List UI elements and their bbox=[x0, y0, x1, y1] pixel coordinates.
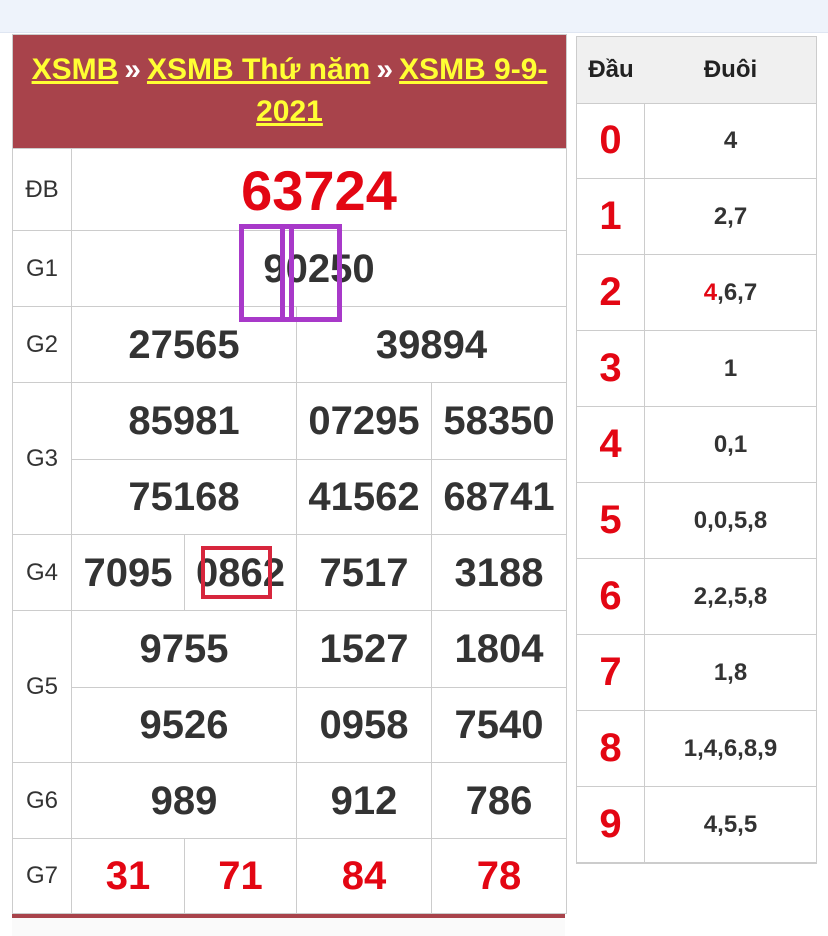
prize-label: ĐB bbox=[13, 149, 72, 230]
prize-g4-value: 7095 bbox=[83, 550, 173, 595]
duoi-text: 1 bbox=[723, 354, 738, 382]
duoi-text: 2,2,5,8 bbox=[693, 582, 768, 610]
prize-label: G4 bbox=[13, 535, 72, 610]
dau-duoi-row: 1 2,7 bbox=[577, 179, 816, 255]
prize-g1-value: 90250 bbox=[263, 246, 375, 291]
crumb-xsmb[interactable]: XSMB bbox=[32, 53, 119, 86]
prize-row-g1: G1 90250 bbox=[13, 230, 566, 306]
prize-g3-value: 85981 bbox=[128, 398, 240, 443]
dau-value: 4 bbox=[577, 407, 645, 482]
duoi-value: 2,2,5,8 bbox=[645, 559, 816, 634]
prize-label: G3 bbox=[13, 383, 72, 534]
dau-value: 2 bbox=[577, 255, 645, 330]
prize-g4-value: 0862 bbox=[184, 535, 296, 611]
prize-row-g2: G2 27565 39894 bbox=[13, 306, 566, 383]
dau-duoi-row: 8 1,4,6,8,9 bbox=[577, 711, 816, 787]
duoi-text: ,6,7 bbox=[717, 278, 758, 306]
duoi-text: 1,4,6,8,9 bbox=[683, 734, 778, 762]
prize-g3-value: 68741 bbox=[431, 459, 566, 535]
prize-g4-value: 3188 bbox=[431, 535, 566, 611]
dau-duoi-header: Đầu Đuôi bbox=[577, 37, 816, 104]
dau-value: 6 bbox=[577, 559, 645, 634]
duoi-value: 0,1 bbox=[645, 407, 816, 482]
dau-duoi-row: 9 4,5,5 bbox=[577, 787, 816, 863]
dau-duoi-row: 6 2,2,5,8 bbox=[577, 559, 816, 635]
duoi-text: 4,5,5 bbox=[703, 810, 758, 838]
duoi-value: 1,4,6,8,9 bbox=[645, 711, 816, 786]
dau-duoi-row: 0 4 bbox=[577, 103, 816, 179]
dau-value: 0 bbox=[577, 103, 645, 178]
prize-label: G7 bbox=[13, 839, 72, 913]
prize-g3-value: 07295 bbox=[296, 383, 431, 459]
prize-label: G6 bbox=[13, 763, 72, 838]
next-section-band bbox=[12, 914, 565, 936]
dau-value: 9 bbox=[577, 787, 645, 862]
duoi-value: 0,0,5,8 bbox=[645, 483, 816, 558]
crumb-separator: » bbox=[124, 53, 141, 86]
dau-duoi-row: 3 1 bbox=[577, 331, 816, 407]
duoi-text: 0,1 bbox=[713, 430, 748, 458]
prize-label: G1 bbox=[13, 231, 72, 306]
prize-g5-value: 0958 bbox=[296, 687, 431, 763]
dau-duoi-row: 2 4,6,7 bbox=[577, 255, 816, 331]
prize-g5-value: 7540 bbox=[431, 687, 566, 763]
duoi-value: 4,5,5 bbox=[645, 787, 816, 862]
duoi-text: 1,8 bbox=[713, 658, 748, 686]
prize-row-g4: G4 7095 0862 7517 3188 bbox=[13, 534, 566, 611]
dau-value: 7 bbox=[577, 635, 645, 710]
dau-value: 1 bbox=[577, 179, 645, 254]
prize-row-g3: G3 85981 07295 58350 75168 41562 68741 bbox=[13, 382, 566, 535]
prize-g6-value: 912 bbox=[296, 763, 431, 839]
prize-g3-value: 58350 bbox=[431, 383, 566, 459]
duoi-header: Đuôi bbox=[703, 56, 758, 83]
prize-g7-value: 84 bbox=[296, 839, 431, 914]
prize-label: G2 bbox=[13, 307, 72, 382]
dau-duoi-row: 4 0,1 bbox=[577, 407, 816, 483]
duoi-value: 4,6,7 bbox=[645, 255, 816, 330]
prize-g5-value: 9526 bbox=[139, 702, 229, 747]
dau-duoi-row: 7 1,8 bbox=[577, 635, 816, 711]
prize-g2-value: 39894 bbox=[296, 307, 566, 383]
prize-row-db: ĐB 63724 bbox=[13, 148, 566, 230]
duoi-text: 4 bbox=[723, 126, 738, 154]
dau-value: 8 bbox=[577, 711, 645, 786]
prize-g5-value: 1527 bbox=[296, 611, 431, 687]
prize-g7-value: 71 bbox=[184, 839, 296, 914]
dau-header: Đầu bbox=[588, 56, 634, 83]
duoi-value: 1,8 bbox=[645, 635, 816, 710]
prize-label: G5 bbox=[13, 611, 72, 762]
prize-g3-value: 75168 bbox=[128, 474, 240, 519]
results-header: XSMB» XSMB Thứ năm» XSMB 9-9-2021 bbox=[13, 35, 566, 148]
duoi-value: 2,7 bbox=[645, 179, 816, 254]
prize-g2-value: 27565 bbox=[128, 322, 240, 367]
crumb-separator: » bbox=[376, 53, 394, 86]
duoi-text: 0,0,5,8 bbox=[693, 506, 768, 534]
prize-g4-value: 7517 bbox=[296, 535, 431, 611]
prize-g5-value: 1804 bbox=[431, 611, 566, 687]
dau-value: 5 bbox=[577, 483, 645, 558]
prize-g7-value: 78 bbox=[431, 839, 566, 914]
duoi-text: 2,7 bbox=[713, 202, 748, 230]
duoi-highlight: 4 bbox=[703, 278, 718, 306]
prize-row-g5: G5 9755 1527 1804 9526 0958 7540 bbox=[13, 610, 566, 763]
dau-duoi-row: 5 0,0,5,8 bbox=[577, 483, 816, 559]
prize-row-g6: G6 989 912 786 bbox=[13, 762, 566, 839]
prize-g6-value: 786 bbox=[431, 763, 566, 839]
crumb-xsmb-thu-nam[interactable]: XSMB Thứ năm bbox=[147, 53, 370, 86]
duoi-value: 1 bbox=[645, 331, 816, 406]
prize-g3-value: 41562 bbox=[296, 459, 431, 535]
duoi-value: 4 bbox=[645, 103, 816, 178]
prize-g7-value: 31 bbox=[105, 854, 151, 898]
prize-row-g7: G7 31 71 84 78 bbox=[13, 838, 566, 914]
prize-g5-value: 9755 bbox=[139, 626, 229, 671]
dau-duoi-table: Đầu Đuôi 0 4 1 2,7 2 4,6,7 3 1 4 0,1 5 0… bbox=[576, 36, 817, 864]
results-table: XSMB» XSMB Thứ năm» XSMB 9-9-2021 ĐB 63724… bbox=[12, 34, 567, 914]
prize-db-value: 63724 bbox=[241, 158, 397, 222]
prize-g6-value: 989 bbox=[150, 778, 218, 823]
dau-value: 3 bbox=[577, 331, 645, 406]
top-bar bbox=[0, 0, 828, 33]
